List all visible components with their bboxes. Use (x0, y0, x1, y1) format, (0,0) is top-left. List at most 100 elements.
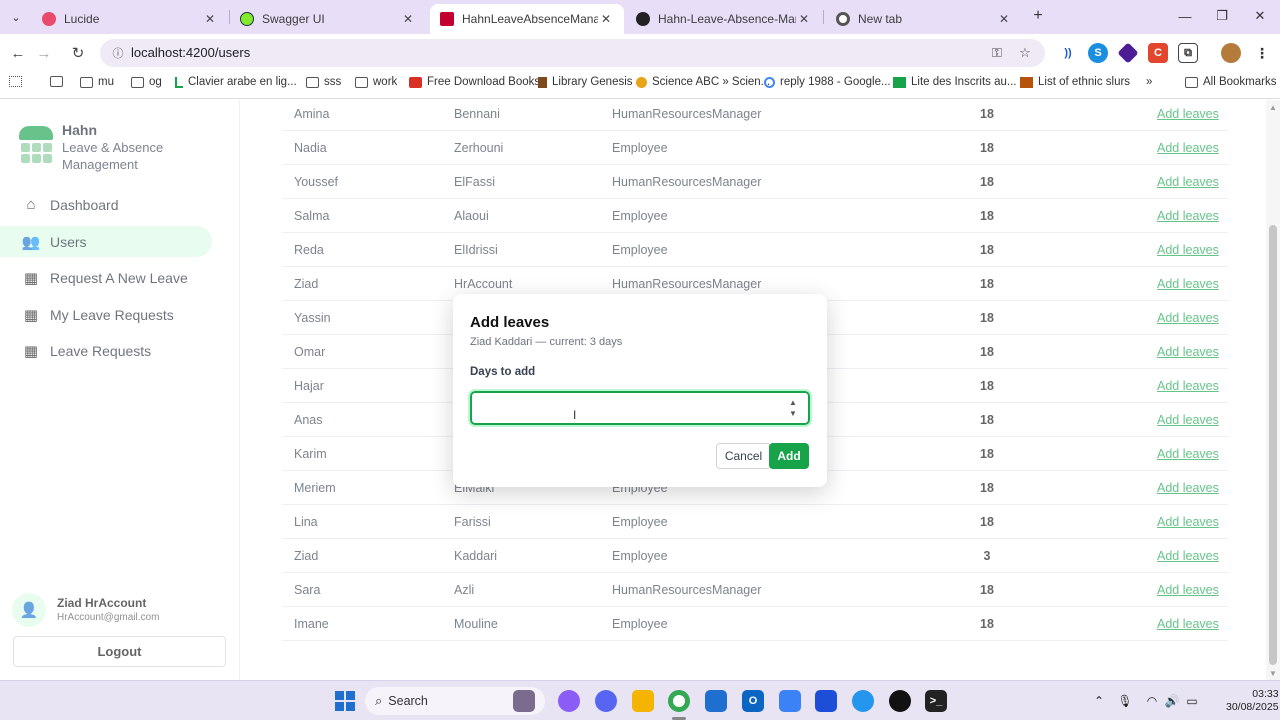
bookmark-label: Lite des Inscrits au... (911, 76, 1017, 88)
bookmark-folder-icon[interactable] (50, 76, 68, 87)
show-hidden-icons-chevron-icon[interactable]: ⌃ (1091, 693, 1107, 709)
close-tab-icon[interactable]: ✕ (598, 12, 614, 26)
windows-start-icon[interactable] (335, 691, 355, 711)
number-spinner[interactable]: ▲ ▼ (788, 397, 798, 419)
apps-grid-icon[interactable] (9, 76, 27, 87)
decrement-arrow-icon[interactable]: ▼ (788, 408, 798, 419)
site-info-icon[interactable]: ⓘ (110, 45, 126, 61)
restore-icon[interactable]: ❐ (1207, 6, 1237, 26)
extensions-puzzle-icon[interactable]: ⧉ (1178, 43, 1198, 63)
close-tab-icon[interactable]: ✕ (996, 12, 1012, 26)
back-arrow-icon[interactable]: ← (7, 42, 29, 64)
tab-new-tab[interactable]: New tab ✕ (826, 4, 1022, 34)
new-tab-plus-icon[interactable]: + (1028, 6, 1048, 26)
taskbar-app-store-icon[interactable] (815, 690, 837, 712)
app-viewport: Hahn Leave & Absence Management ⌂ Dashbo… (0, 100, 1280, 680)
taskbar-app-docker-icon[interactable] (852, 690, 874, 712)
days-to-add-input[interactable]: ▲ ▼ I (468, 389, 812, 427)
chrome-favicon-icon (836, 12, 850, 26)
books-icon (1020, 76, 1033, 88)
folder-icon (80, 76, 93, 88)
wifi-icon[interactable]: ◠ (1144, 693, 1160, 709)
windows-taskbar: ⌕ Search O >_ ⌃ 🎙 ◠ 🔊 ▭ 03:33 30/08/2025 (0, 680, 1280, 720)
angular-favicon-icon (440, 12, 454, 26)
bookmark-folder[interactable]: mu (80, 76, 114, 88)
add-button[interactable]: Add (769, 443, 809, 469)
bookmark-link[interactable]: Lite des Inscrits au... (893, 76, 1016, 88)
profile-avatar-icon[interactable] (1221, 43, 1241, 63)
taskbar-app-terminal-icon[interactable]: >_ (925, 690, 947, 712)
bookmark-link[interactable]: Clavier arabe en lig... (175, 76, 297, 88)
bookmark-folder[interactable]: og (131, 76, 162, 88)
taskbar-app-game-icon[interactable] (513, 690, 535, 712)
bookmark-label: work (373, 76, 398, 88)
extension-c-icon[interactable]: C (1148, 43, 1168, 63)
bookmark-label: sss (324, 76, 342, 88)
cancel-button[interactable]: Cancel (716, 443, 771, 469)
close-tab-icon[interactable]: ✕ (202, 12, 218, 26)
all-bookmarks-folder[interactable]: All Bookmarks (1185, 76, 1277, 88)
tab-search-icon[interactable]: ⌄ (6, 8, 26, 26)
bookmark-link[interactable]: List of ethnic slurs (1020, 76, 1130, 88)
google-icon (764, 76, 775, 88)
browser-toolbar: ← → ↻ ⓘ localhost:4200/users ⚿ ☆ )) S C … (0, 34, 1280, 71)
science-icon (636, 76, 647, 88)
taskbar-app-copilot-icon[interactable] (558, 690, 580, 712)
reload-icon[interactable]: ↻ (67, 42, 89, 64)
extension-shazam-icon[interactable]: S (1088, 43, 1108, 63)
tab-title: Lucide (64, 12, 100, 26)
folder-icon (131, 76, 144, 88)
battery-icon[interactable]: ▭ (1184, 693, 1200, 709)
plus-cross-icon (893, 76, 906, 88)
bookmark-label: All Bookmarks (1203, 76, 1277, 88)
bookmark-label: reply 1988 - Google... (780, 76, 891, 88)
taskbar-search-label: Search (388, 694, 428, 708)
taskbar-app-snipping-icon[interactable] (779, 690, 801, 712)
bookmark-label: List of ethnic slurs (1038, 76, 1131, 88)
bookmark-link[interactable]: Free Download Books (409, 76, 540, 88)
volume-icon[interactable]: 🔊 (1164, 693, 1180, 709)
taskbar-app-github-icon[interactable] (889, 690, 911, 712)
extension-audio-icon[interactable]: )) (1058, 43, 1078, 63)
bookmark-link[interactable]: reply 1988 - Google... (764, 76, 891, 88)
extension-diamond-icon[interactable] (1117, 42, 1139, 64)
bookmark-label: Library Genesis (552, 76, 633, 88)
forward-arrow-icon[interactable]: → (33, 42, 55, 64)
taskbar-app-file-explorer-icon[interactable] (632, 690, 654, 712)
close-tab-icon[interactable]: ✕ (796, 12, 812, 26)
bookmark-label: og (149, 76, 162, 88)
github-favicon-icon (636, 12, 650, 26)
bookmark-label: Science ABC » Scien... (652, 76, 771, 88)
bookmark-star-icon[interactable]: ☆ (1017, 45, 1033, 61)
increment-arrow-icon[interactable]: ▲ (788, 397, 798, 408)
close-tab-icon[interactable]: ✕ (400, 12, 416, 26)
swagger-favicon-icon (240, 12, 254, 26)
l-logo-icon (175, 76, 183, 88)
minimize-icon[interactable]: — (1170, 6, 1200, 26)
tab-lucide[interactable]: Lucide ✕ (32, 4, 228, 34)
taskbar-app-outlook-icon[interactable]: O (742, 690, 764, 712)
bookmark-link[interactable]: Science ABC » Scien... (636, 76, 770, 88)
bookmark-folder[interactable]: sss (306, 76, 341, 88)
taskbar-clock[interactable]: 03:33 30/08/2025 (1226, 688, 1279, 714)
address-bar[interactable]: ⓘ localhost:4200/users ⚿ ☆ (100, 39, 1045, 67)
password-key-icon[interactable]: ⚿ (989, 45, 1005, 61)
close-window-icon[interactable]: ✕ (1245, 6, 1275, 26)
taskbar-app-discord-icon[interactable] (595, 690, 617, 712)
tab-swagger[interactable]: Swagger UI ✕ (230, 4, 426, 34)
add-leaves-dialog: Add leaves Ziad Kaddari — current: 3 day… (453, 294, 827, 487)
bookmark-folder[interactable]: work (355, 76, 397, 88)
tab-github[interactable]: Hahn-Leave-Absence-Manage ✕ (626, 4, 822, 34)
bookmark-link[interactable]: Library Genesis (538, 76, 633, 88)
dialog-subtitle: Ziad Kaddari — current: 3 days (470, 336, 623, 348)
folder-icon (306, 76, 319, 88)
tab-strip: ⌄ Lucide ✕ Swagger UI ✕ HahnLeaveAbsence… (0, 0, 1280, 34)
tab-hahn-app[interactable]: HahnLeaveAbsenceManagem ✕ (430, 4, 624, 34)
microphone-icon[interactable]: 🎙 (1117, 693, 1133, 709)
more-bookmarks-chevron-icon[interactable]: » (1146, 76, 1152, 88)
url-text: localhost:4200/users (131, 45, 251, 60)
bookmark-label: mu (98, 76, 114, 88)
browser-menu-icon[interactable]: ⋮ (1252, 43, 1272, 63)
taskbar-app-photos-icon[interactable] (705, 690, 727, 712)
taskbar-app-chrome-icon[interactable] (668, 690, 690, 712)
